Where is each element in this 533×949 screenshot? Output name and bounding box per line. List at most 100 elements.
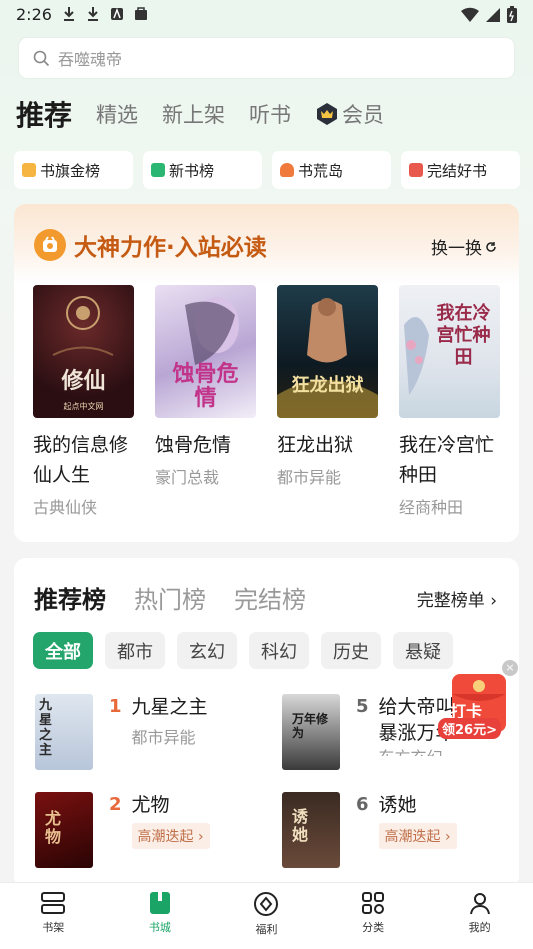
nav-label: 书城 xyxy=(148,921,171,934)
cover-title: 蚀骨危情 xyxy=(172,362,239,411)
cover-art xyxy=(277,298,378,418)
book-name: 蚀骨危情 xyxy=(155,434,232,456)
wifi-icon xyxy=(461,7,479,22)
cover-title: 我在冷宫忙种田 xyxy=(436,303,491,368)
bookmark-icon xyxy=(409,163,423,177)
system-icons xyxy=(461,6,517,23)
nav-welfare[interactable]: 福利 xyxy=(213,883,320,949)
rank-number: 2 xyxy=(109,794,122,815)
book-name: 尤物 xyxy=(131,794,170,816)
book-cover: 九星之主 xyxy=(35,694,93,770)
chip-label: 书荒岛 xyxy=(298,161,344,180)
cover-title: 修仙 xyxy=(61,369,106,394)
top-tabs: 推荐 精选 新上架 听书 会员 xyxy=(16,94,384,134)
category-history[interactable]: 历史 xyxy=(321,632,381,669)
book-genre: 经商种田 xyxy=(399,498,464,517)
search-bar[interactable]: 吞噬魂帝 xyxy=(18,37,515,79)
full-list-link[interactable]: 完整榜单 › xyxy=(417,586,497,611)
swap-button[interactable]: 换一换 xyxy=(431,234,497,259)
cover-title: 九星之主 xyxy=(39,698,53,758)
ranking-item[interactable]: 九星之主 1 九星之主 都市异能 xyxy=(35,694,208,770)
nav-category[interactable]: 分类 xyxy=(320,883,427,949)
full-list-label: 完整榜单 xyxy=(416,591,485,611)
book-cover: 尤物 xyxy=(35,792,93,868)
book-item[interactable]: 狂龙出狱 狂龙出狱 都市异能 xyxy=(277,285,378,518)
nav-label: 福利 xyxy=(255,923,278,936)
nav-bookshelf[interactable]: 书架 xyxy=(0,883,107,949)
battery-icon xyxy=(507,6,517,23)
vip-crown-icon xyxy=(317,103,338,125)
tab-hot-list[interactable]: 热门榜 xyxy=(134,580,206,615)
status-time: 2:26 xyxy=(16,5,52,24)
nav-profile[interactable]: 我的 xyxy=(426,883,533,949)
book-item[interactable]: 修仙 起点中文网 我的信息修仙人生 古典仙侠 xyxy=(33,285,134,518)
book-name: 我的信息修仙人生 xyxy=(33,434,129,486)
tab-recommend[interactable]: 推荐 xyxy=(16,94,72,134)
checkin-float-badge[interactable]: 打卡 领26元> × xyxy=(438,660,520,740)
tab-finished-list[interactable]: 完结榜 xyxy=(234,580,306,615)
book-name: 九星之主 xyxy=(131,696,208,718)
chevron-right-icon: › xyxy=(490,591,497,611)
feature-title: 大神力作·入站必读 xyxy=(74,235,267,261)
feature-books: 修仙 起点中文网 我的信息修仙人生 古典仙侠 蚀骨危情 蚀骨危情 豪门总裁 狂龙… xyxy=(33,285,500,518)
tab-vip[interactable]: 会员 xyxy=(315,99,384,129)
book-item[interactable]: 我在冷宫忙种田 我在冷宫忙种田 经商种田 xyxy=(399,285,500,518)
cover-title: 尤物 xyxy=(45,809,62,846)
book-tag-label: 高潮迭起 xyxy=(137,829,194,845)
chip-label: 完结好书 xyxy=(427,161,488,180)
book-genre: 古典仙侠 xyxy=(33,498,98,517)
feature-card: 大神力作·入站必读 换一换 修仙 起点中文网 我的信息修仙人生 古典仙侠 蚀骨危… xyxy=(14,204,519,542)
book-cover: 诱她 xyxy=(282,792,340,868)
close-icon[interactable]: × xyxy=(502,660,518,676)
tab-vip-label: 会员 xyxy=(342,103,385,127)
chip-finished-books[interactable]: 完结好书 xyxy=(401,151,520,189)
trophy-icon xyxy=(22,163,36,177)
book-genre: 都市异能 xyxy=(131,728,196,747)
island-icon xyxy=(280,163,294,177)
nav-bookstore[interactable]: 书城 xyxy=(107,883,214,949)
cover-title: 狂龙出狱 xyxy=(291,375,364,396)
bookshelf-icon xyxy=(41,892,66,914)
book-genre: 东方玄幻 xyxy=(379,744,497,756)
chip-book-island[interactable]: 书荒岛 xyxy=(272,151,391,189)
book-name: 我在冷宫忙种田 xyxy=(399,434,495,486)
category-filters: 全部 都市 玄幻 科幻 历史 悬疑 xyxy=(33,632,453,669)
tab-recommend-list[interactable]: 推荐榜 xyxy=(34,580,106,615)
bookstore-icon xyxy=(149,892,170,914)
ranking-item[interactable]: 尤物 2 尤物 高潮迭起 › xyxy=(35,792,210,868)
book-item[interactable]: 蚀骨危情 蚀骨危情 豪门总裁 xyxy=(155,285,256,518)
category-fantasy[interactable]: 玄幻 xyxy=(177,632,237,669)
briefcase-icon xyxy=(135,7,147,20)
rank-number: 6 xyxy=(356,794,369,815)
book-genre: 都市异能 xyxy=(277,468,342,487)
search-icon xyxy=(33,50,50,66)
cover-title: 万年修为 xyxy=(292,712,329,740)
nav-label: 分类 xyxy=(362,921,385,934)
chip-gold-list[interactable]: 书旗金榜 xyxy=(14,151,133,189)
download-icon xyxy=(64,7,74,21)
grid-icon xyxy=(362,892,385,914)
tab-audiobook[interactable]: 听书 xyxy=(249,99,291,129)
tab-new-arrivals[interactable]: 新上架 xyxy=(162,99,225,129)
chip-new-books[interactable]: 新书榜 xyxy=(143,151,262,189)
book-genre: 豪门总裁 xyxy=(155,468,220,487)
cover-art xyxy=(52,296,114,356)
category-urban[interactable]: 都市 xyxy=(105,632,165,669)
medal-icon xyxy=(34,229,66,261)
book-cover: 修仙 起点中文网 xyxy=(33,285,134,418)
chip-label: 书旗金榜 xyxy=(40,161,101,180)
book-cover: 狂龙出狱 xyxy=(277,285,378,418)
refresh-icon xyxy=(486,241,496,252)
book-name: 诱她 xyxy=(378,794,417,816)
status-bar: 2:26 xyxy=(0,0,533,30)
search-placeholder: 吞噬魂帝 xyxy=(58,50,123,69)
tab-selected[interactable]: 精选 xyxy=(96,99,138,129)
coin-icon xyxy=(254,892,279,916)
category-scifi[interactable]: 科幻 xyxy=(249,632,309,669)
download-icon xyxy=(88,7,98,21)
category-all[interactable]: 全部 xyxy=(33,632,93,669)
ranking-item[interactable]: 诱她 6 诱她 高潮迭起 › xyxy=(282,792,457,868)
book-tag-label: 高潮迭起 xyxy=(384,829,441,845)
book-cover: 蚀骨危情 xyxy=(155,285,256,418)
shortcut-chips: 书旗金榜 新书榜 书荒岛 完结好书 xyxy=(14,151,520,189)
